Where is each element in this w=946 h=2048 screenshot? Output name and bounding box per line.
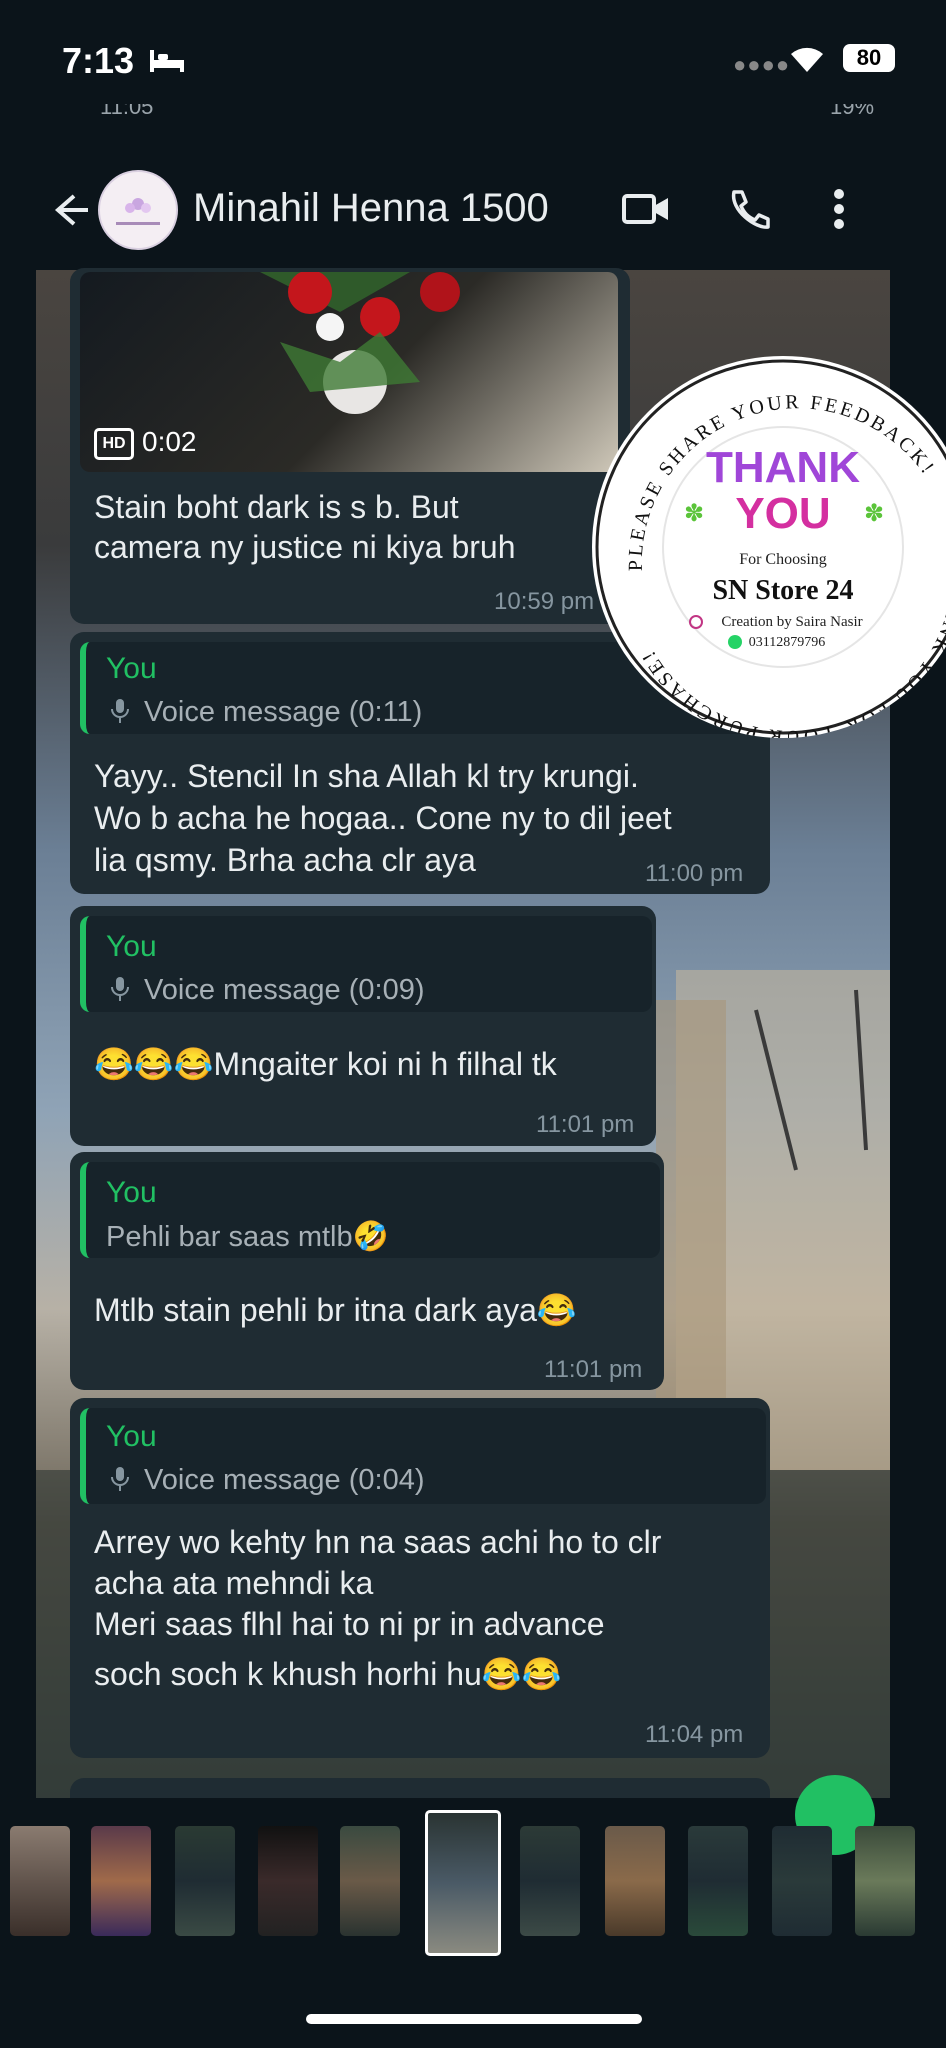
message-text-line: Arrey wo kehty hn na saas achi ho to clr — [94, 1524, 662, 1560]
message-text-line: Yayy.. Stencil In sha Allah kl try krung… — [94, 758, 639, 794]
video-duration: 0:02 — [142, 426, 197, 457]
quote-author: You — [106, 1420, 157, 1453]
message-bubble-6[interactable] — [70, 1778, 770, 1798]
hd-badge: HD — [94, 428, 134, 460]
thumbnail[interactable] — [340, 1826, 400, 1936]
message-time: 11:00 pm — [645, 860, 744, 887]
inner-battery: 19% — [830, 104, 875, 119]
voice-call-icon[interactable] — [726, 188, 770, 237]
thumbnail[interactable] — [772, 1826, 832, 1936]
thumbnail[interactable] — [520, 1826, 580, 1936]
home-indicator[interactable] — [306, 2014, 642, 2024]
flower-icon: ✽ — [684, 500, 704, 527]
signal-icon: ●●●● — [733, 52, 791, 77]
sticker-you: YOU — [735, 489, 830, 538]
quote-text: Voice message (0:11) — [144, 696, 423, 728]
message-text-line: lia qsmy. Brha acha clr aya — [94, 842, 476, 878]
message-time: 11:01 pm — [544, 1356, 643, 1383]
microphone-icon — [110, 697, 130, 730]
status-time: 7:13 — [62, 40, 135, 81]
message-text-line: camera ny justice ni kiya bruh — [94, 529, 516, 565]
message-text-line: Wo b acha he hogaa.. Cone ny to dil jeet — [94, 800, 672, 836]
thumbnail[interactable] — [688, 1826, 748, 1936]
thumbnail[interactable] — [175, 1826, 235, 1936]
message-text-line: 😂😂😂Mngaiter koi ni h filhal tk — [94, 1046, 557, 1082]
video-call-icon[interactable] — [622, 192, 670, 231]
microphone-icon — [110, 1465, 130, 1498]
microphone-icon — [110, 975, 130, 1008]
sticker-for-choosing: For Choosing — [739, 551, 827, 568]
battery-indicator: 80 — [843, 44, 895, 72]
quote-author: You — [106, 1176, 157, 1209]
message-time: 10:59 pm — [494, 588, 595, 615]
sticker-thank: THANK — [706, 443, 860, 492]
inner-status-bar: 11:05 19% — [40, 104, 890, 130]
sticker-phone: 03112879796 — [749, 635, 825, 650]
thumbnail[interactable] — [605, 1826, 665, 1936]
thumbnail[interactable] — [10, 1826, 70, 1936]
quote-author: You — [106, 930, 157, 963]
more-options-icon[interactable] — [832, 188, 846, 235]
thumbnail-selected[interactable] — [425, 1810, 501, 1956]
quote-text: Voice message (0:04) — [144, 1464, 425, 1496]
contact-name[interactable]: Minahil Henna 1500 — [193, 186, 549, 231]
message-text-line: acha ata mehndi ka — [94, 1565, 374, 1601]
thumbnail[interactable] — [855, 1826, 915, 1936]
message-text-line: Mtlb stain pehli br itna dark aya😂 — [94, 1292, 577, 1328]
flower-icon: ✽ — [864, 500, 884, 527]
sticker-creator: Creation by Saira Nasir — [721, 614, 862, 630]
message-time: 11:01 pm — [536, 1111, 635, 1138]
quote-text: Voice message (0:09) — [144, 974, 425, 1006]
message-time: 11:04 pm — [645, 1721, 744, 1748]
whatsapp-icon — [728, 635, 742, 649]
contact-avatar[interactable] — [98, 170, 178, 250]
message-text-line: Stain boht dark is s b. But — [94, 489, 459, 525]
wifi-icon — [785, 42, 829, 79]
quote-author: You — [106, 652, 157, 685]
inner-status-time: 11:05 — [100, 104, 154, 119]
thumbnail[interactable] — [258, 1826, 318, 1936]
back-arrow-icon[interactable] — [52, 190, 92, 235]
sticker-store: SN Store 24 — [712, 575, 853, 606]
thumbnail[interactable] — [91, 1826, 151, 1936]
message-text-line: Meri saas flhl hai to ni pr in advance — [94, 1606, 605, 1642]
quote-text: Pehli bar saas mtlb🤣 — [106, 1221, 389, 1253]
sleep-mode-icon — [148, 46, 186, 79]
message-text-line: soch soch k khush horhi hu😂😂 — [94, 1656, 562, 1692]
